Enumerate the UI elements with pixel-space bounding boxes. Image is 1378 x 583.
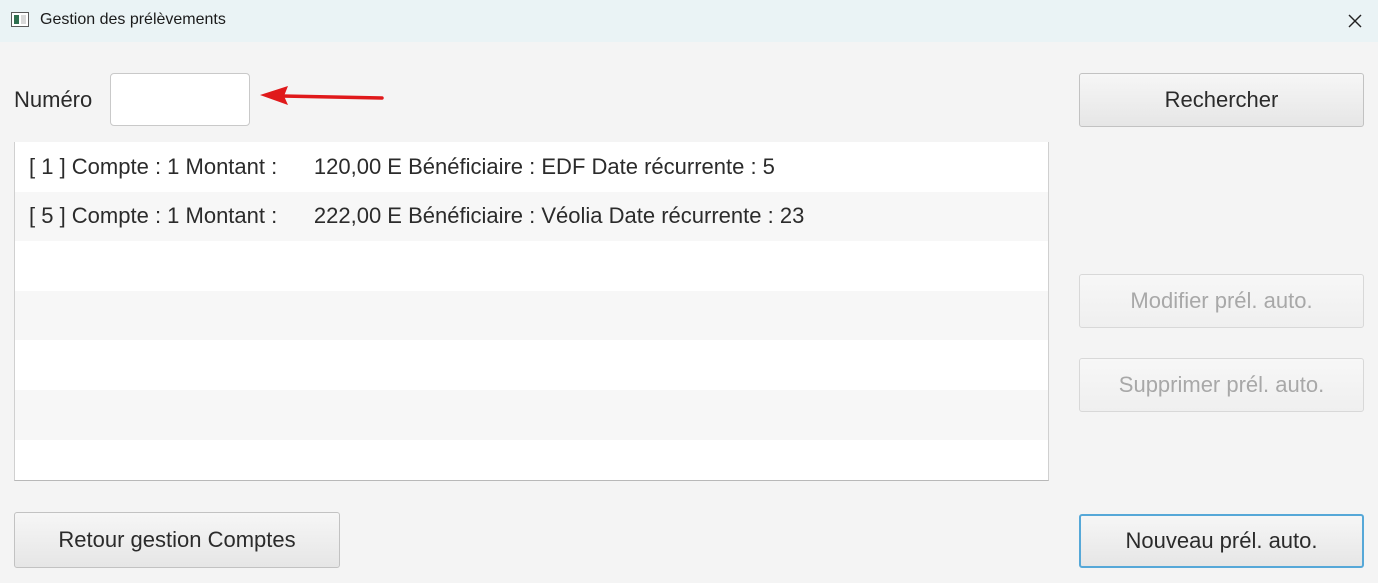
close-icon: [1348, 14, 1362, 28]
title-bar: Gestion des prélèvements: [0, 0, 1378, 42]
back-to-accounts-button[interactable]: Retour gestion Comptes: [14, 512, 340, 568]
prelevements-list[interactable]: [ 1 ] Compte : 1 Montant : 120,00 E Béné…: [14, 142, 1049, 481]
list-item[interactable]: [15, 439, 1048, 480]
delete-direct-debit-button[interactable]: Supprimer prél. auto.: [1079, 358, 1364, 412]
edit-direct-debit-button[interactable]: Modifier prél. auto.: [1079, 274, 1364, 328]
close-button[interactable]: [1332, 0, 1378, 42]
main-window: Gestion des prélèvements Numéro [ 1 ] Co…: [0, 0, 1378, 583]
list-item[interactable]: [15, 290, 1048, 341]
numero-input[interactable]: [110, 73, 250, 126]
numero-label: Numéro: [14, 87, 93, 112]
list-item[interactable]: [15, 340, 1048, 390]
search-button[interactable]: Rechercher: [1079, 73, 1364, 127]
window-app-icon: [11, 12, 29, 27]
list-item[interactable]: [ 1 ] Compte : 1 Montant : 120,00 E Béné…: [15, 142, 1048, 192]
list-item[interactable]: [15, 389, 1048, 440]
new-direct-debit-button[interactable]: Nouveau prél. auto.: [1079, 514, 1364, 568]
list-item[interactable]: [ 5 ] Compte : 1 Montant : 222,00 E Béné…: [15, 191, 1048, 242]
red-arrow-annotation: [260, 86, 384, 105]
window-title: Gestion des prélèvements: [40, 11, 226, 28]
list-item[interactable]: [15, 241, 1048, 291]
